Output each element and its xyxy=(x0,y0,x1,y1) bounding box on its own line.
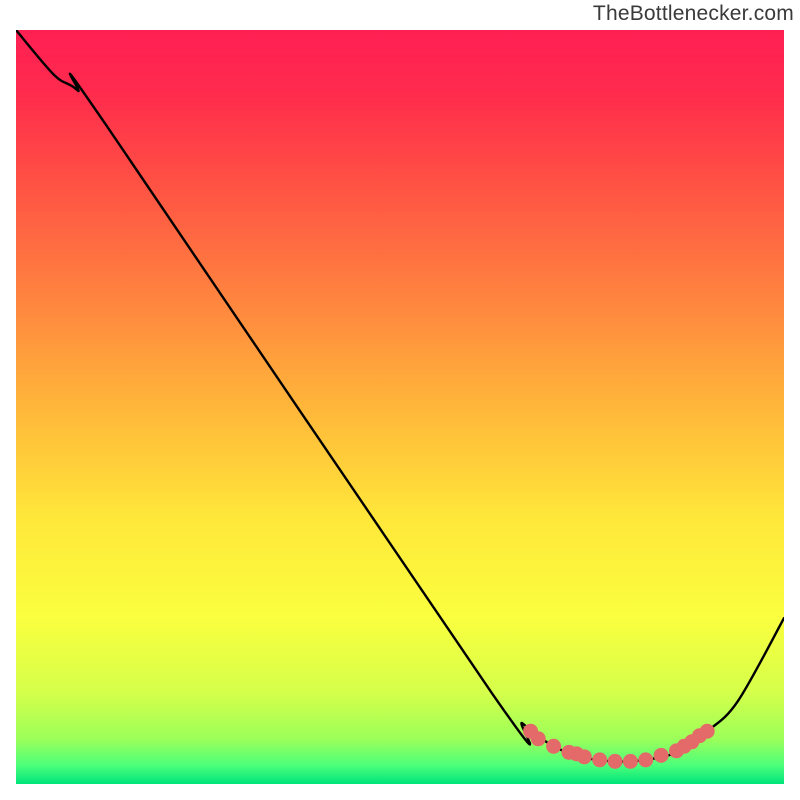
highlight-dot xyxy=(654,748,669,763)
gradient-background xyxy=(16,30,784,784)
chart-container: TheBottlenecker.com xyxy=(0,0,800,800)
highlight-dot xyxy=(546,739,561,754)
highlight-dot xyxy=(700,724,715,739)
highlight-dot xyxy=(592,752,607,767)
highlight-dot xyxy=(531,731,546,746)
highlight-dot xyxy=(608,754,623,769)
chart-svg xyxy=(16,30,784,784)
watermark-text: TheBottlenecker.com xyxy=(593,2,794,26)
highlight-dot xyxy=(638,752,653,767)
plot-area xyxy=(16,30,784,784)
highlight-dot xyxy=(623,754,638,769)
highlight-dot xyxy=(577,749,592,764)
